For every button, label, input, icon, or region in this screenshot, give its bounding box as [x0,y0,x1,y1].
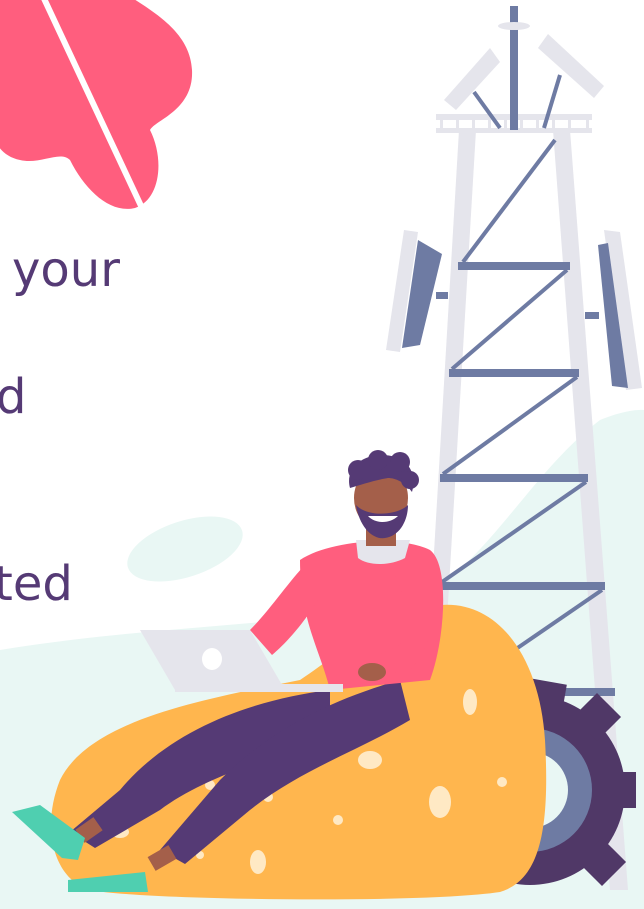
antenna-panel-icon [386,230,642,390]
leaf-icon [0,0,193,210]
headline-line-1: your [12,242,120,298]
headline-line-3: ted [0,556,73,612]
hero-illustration [0,0,644,909]
headline-line-2: d [0,369,27,425]
